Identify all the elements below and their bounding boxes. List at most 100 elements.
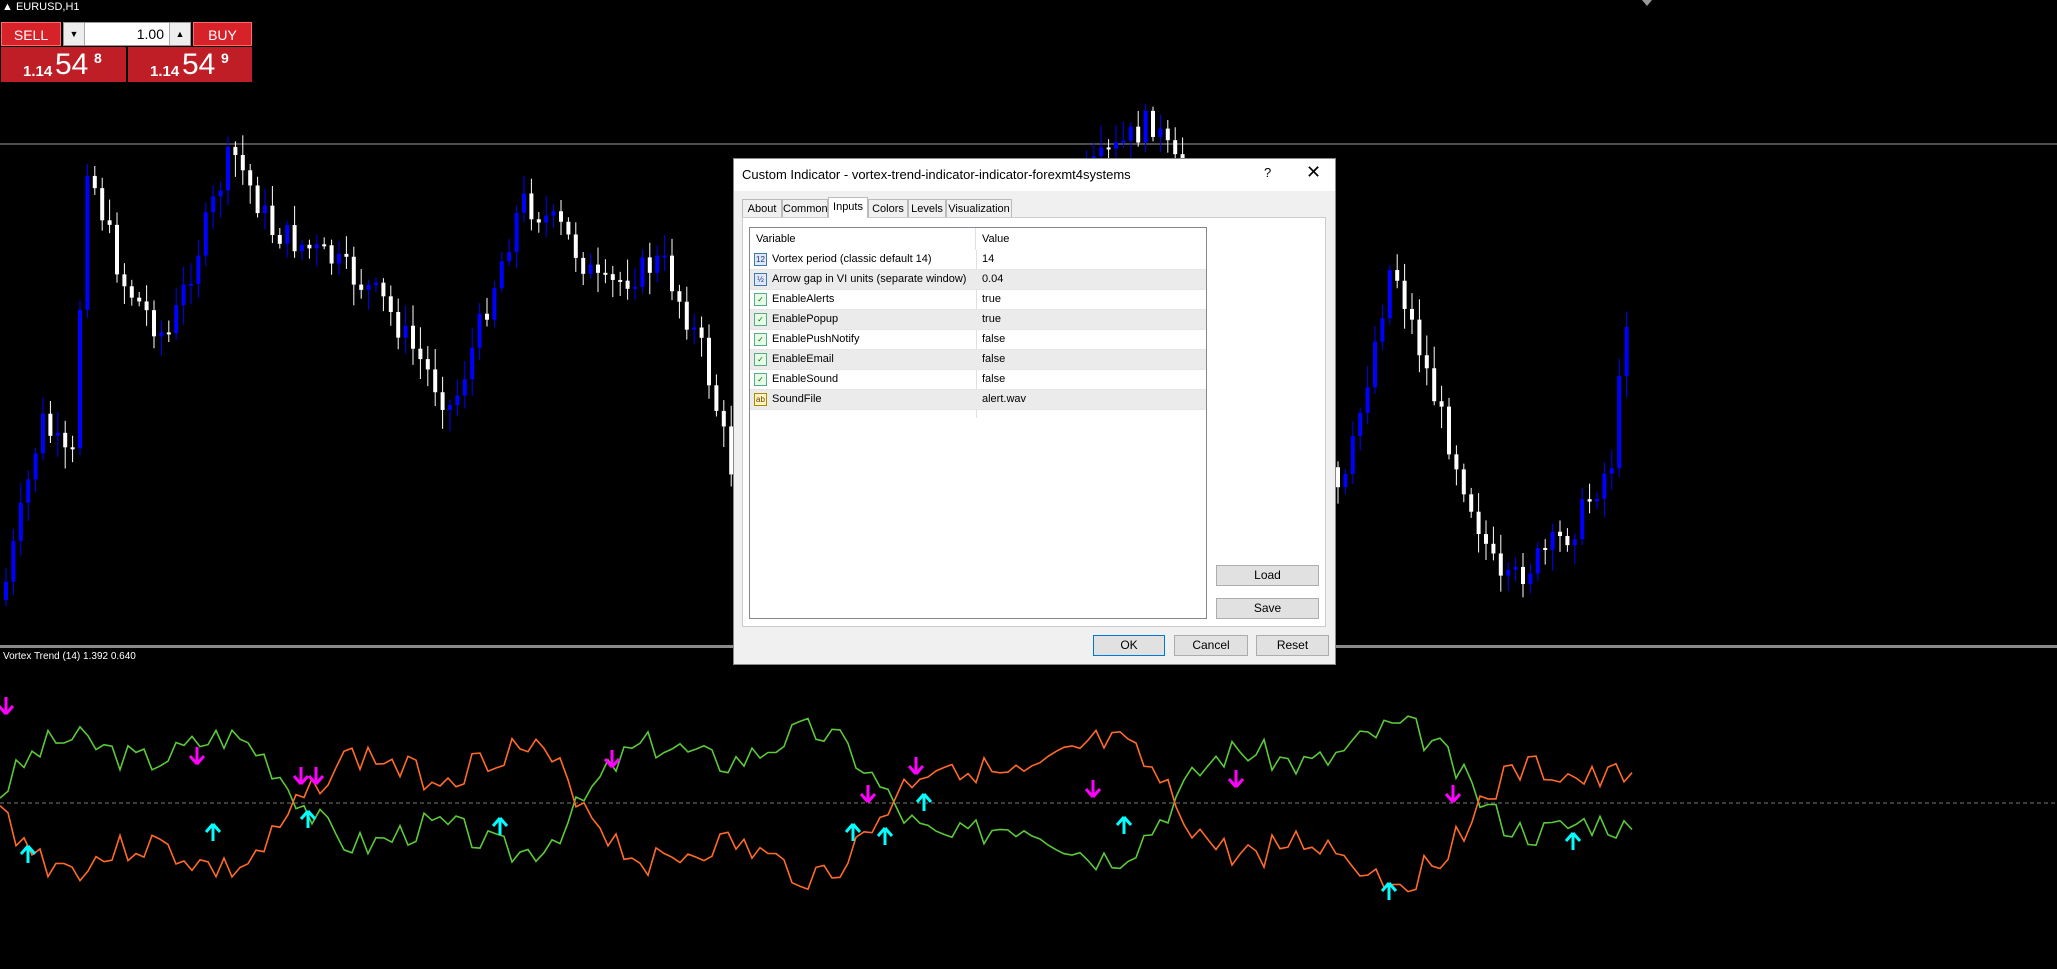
table-row[interactable]: ✓ EnablePushNotify false xyxy=(750,330,1206,350)
candle-body xyxy=(662,255,667,258)
down-arrow-icon xyxy=(859,785,877,803)
candle-body xyxy=(255,185,260,214)
candle-body xyxy=(559,211,563,222)
candle-body xyxy=(1565,535,1570,546)
candle-body xyxy=(596,264,600,273)
input-value[interactable]: 14 xyxy=(982,250,994,269)
candle-body xyxy=(566,221,571,235)
sell-price[interactable]: 1.14 54 8 xyxy=(1,47,126,82)
input-value[interactable]: false xyxy=(982,370,1005,389)
tab-common[interactable]: Common xyxy=(782,199,828,217)
tab-levels[interactable]: Levels xyxy=(908,199,946,217)
candle-body xyxy=(1417,319,1422,356)
lot-down-icon[interactable]: ▼ xyxy=(64,23,85,45)
table-row[interactable]: ½ Arrow gap in VI units (separate window… xyxy=(750,270,1206,290)
candle-body xyxy=(166,332,171,335)
candle-body xyxy=(55,432,60,436)
candle-body xyxy=(1491,543,1496,554)
lot-stepper[interactable]: ▼ 1.00 ▲ xyxy=(63,22,191,46)
triangle-icon: ▲ xyxy=(2,1,13,13)
ok-button[interactable]: OK xyxy=(1093,635,1165,656)
sell-button[interactable]: SELL xyxy=(1,22,61,46)
buy-price[interactable]: 1.14 54 9 xyxy=(128,47,252,82)
save-button[interactable]: Save xyxy=(1216,598,1319,619)
close-icon[interactable]: ✕ xyxy=(1306,162,1321,183)
help-icon[interactable]: ? xyxy=(1264,165,1271,180)
candle-body xyxy=(470,347,475,380)
up-arrow-icon xyxy=(1115,816,1133,834)
up-arrow-icon xyxy=(1564,832,1582,850)
input-value[interactable]: true xyxy=(982,290,1001,309)
int-icon: 12 xyxy=(754,253,767,266)
candle-body xyxy=(610,274,615,280)
candle-body xyxy=(100,188,105,221)
candle-body xyxy=(1580,499,1585,540)
candle-body xyxy=(48,413,53,436)
candle-body xyxy=(233,146,238,156)
candle-body xyxy=(159,332,164,337)
input-value[interactable]: alert.wav xyxy=(982,390,1026,409)
candle-body xyxy=(1484,534,1488,544)
column-variable[interactable]: Variable xyxy=(750,228,976,250)
table-row[interactable]: ✓ EnableAlerts true xyxy=(750,290,1206,310)
table-row[interactable]: ✓ EnableEmail false xyxy=(750,350,1206,370)
sell-price-big: 54 xyxy=(55,48,89,81)
bool-icon: ✓ xyxy=(754,293,767,306)
candle-body xyxy=(1543,548,1548,551)
candle-body xyxy=(92,175,97,189)
symbol-text: EURUSD,H1 xyxy=(15,1,80,13)
load-button[interactable]: Load xyxy=(1216,565,1319,586)
tab-visualization[interactable]: Visualization xyxy=(946,199,1012,217)
down-arrow-icon xyxy=(1444,785,1462,803)
candle-body xyxy=(499,261,504,289)
candle-body xyxy=(433,369,438,393)
candle-body xyxy=(189,283,193,286)
symbol-label: ▲ EURUSD,H1 xyxy=(2,1,80,13)
bool-icon: ✓ xyxy=(754,353,767,366)
input-name: EnableEmail xyxy=(772,353,834,365)
candle-body xyxy=(625,280,630,289)
candle-body xyxy=(440,392,445,410)
reset-button[interactable]: Reset xyxy=(1256,635,1329,656)
candle-body xyxy=(1165,128,1170,141)
table-row[interactable]: ✓ EnableSound false xyxy=(750,370,1206,390)
cancel-button[interactable]: Cancel xyxy=(1174,635,1248,656)
candle-body xyxy=(322,244,327,247)
sell-price-small: 1.14 xyxy=(23,63,53,80)
up-arrow-icon xyxy=(204,823,222,841)
inputs-grid: Variable Value 12 Vortex period (classic… xyxy=(749,227,1207,619)
candle-body xyxy=(1558,531,1562,536)
candle-body xyxy=(263,205,267,214)
column-value[interactable]: Value xyxy=(976,228,1206,250)
candle-body xyxy=(70,447,75,450)
candle-body xyxy=(655,255,660,273)
candle-body xyxy=(699,327,704,338)
dialog-titlebar[interactable]: Custom Indicator - vortex-trend-indicato… xyxy=(734,159,1335,191)
indicator-label: Vortex Trend (14) 1.392 0.640 xyxy=(3,651,136,662)
tab-colors[interactable]: Colors xyxy=(868,199,908,217)
tab-inputs[interactable]: Inputs xyxy=(828,197,868,218)
candle-body xyxy=(211,196,216,213)
table-row[interactable]: 12 Vortex period (classic default 14) 14 xyxy=(750,250,1206,270)
tab-about[interactable]: About xyxy=(742,199,782,217)
table-row[interactable]: ✓ EnablePopup true xyxy=(750,310,1206,330)
up-arrow-icon xyxy=(876,827,894,845)
input-name: SoundFile xyxy=(772,393,822,405)
buy-price-pip: 9 xyxy=(221,50,229,66)
down-arrow-icon xyxy=(603,750,621,768)
candle-body xyxy=(1402,280,1407,309)
lot-up-icon[interactable]: ▲ xyxy=(169,23,190,45)
lot-input[interactable]: 1.00 xyxy=(86,23,168,45)
candle-body xyxy=(240,155,245,171)
input-value[interactable]: false xyxy=(982,350,1005,369)
candle-body xyxy=(544,215,549,223)
input-value[interactable]: false xyxy=(982,330,1005,349)
input-value[interactable]: 0.04 xyxy=(982,270,1003,289)
buy-button[interactable]: BUY xyxy=(193,22,252,46)
vi-minus-line xyxy=(0,728,1633,893)
candle-body xyxy=(396,312,401,338)
candle-body xyxy=(374,282,378,286)
table-row[interactable]: ab SoundFile alert.wav xyxy=(750,390,1206,410)
candle-body xyxy=(307,244,312,249)
input-value[interactable]: true xyxy=(982,310,1001,329)
